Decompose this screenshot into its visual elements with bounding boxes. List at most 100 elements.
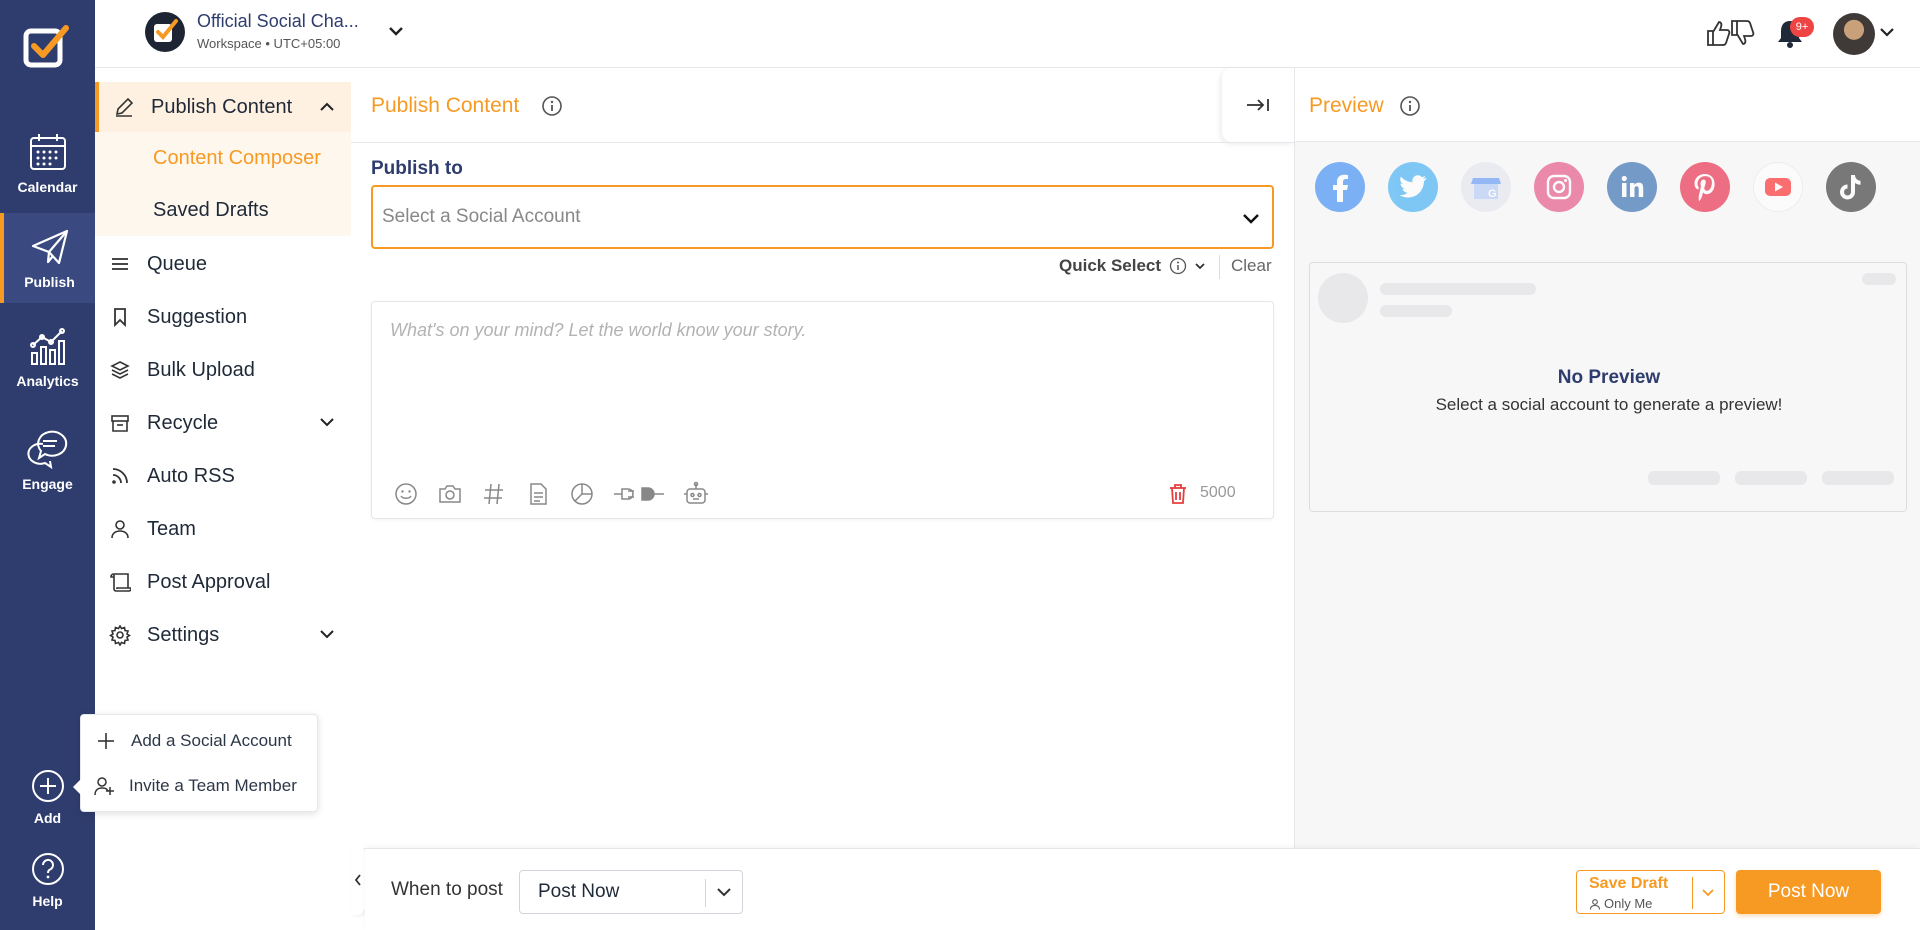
chevron-down-icon[interactable] [385,20,407,42]
google-business-icon[interactable]: G [1461,162,1511,212]
skeleton-line [1648,471,1720,485]
nav-suggestion[interactable]: Suggestion [95,292,351,342]
analytics-icon [29,328,65,365]
nav-recycle[interactable]: Recycle [95,398,351,448]
rail-publish-label: Publish [24,274,75,290]
publish-content-panel: Publish Content Publish to Select a Soci… [351,68,1294,848]
instagram-icon[interactable] [1534,162,1584,212]
chevron-down-icon [717,888,731,897]
archive-icon [111,415,129,432]
facebook-icon[interactable] [1315,162,1365,212]
feedback-thumbs-icon[interactable] [1705,18,1755,48]
nav-content-composer[interactable]: Content Composer [95,132,351,184]
collapse-sidebar-tab[interactable] [351,845,365,915]
nav-post-approval-label: Post Approval [147,570,271,593]
invite-team-member-item[interactable]: Invite a Team Member [93,770,303,802]
post-text-input[interactable] [390,320,1250,440]
twitter-icon[interactable] [1388,162,1438,212]
user-plus-icon [94,777,114,796]
list-icon [112,258,128,270]
nav-post-approval[interactable]: Post Approval [95,557,351,607]
save-draft-visibility-label: Only Me [1604,896,1653,911]
info-icon[interactable] [1399,95,1421,117]
rail-calendar-label: Calendar [17,179,78,195]
camera-icon[interactable] [436,480,464,508]
user-avatar[interactable] [1833,13,1875,55]
workspace-name[interactable]: Official Social Cha... [197,11,359,32]
emoji-icon[interactable] [392,480,420,508]
nav-saved-drafts[interactable]: Saved Drafts [95,184,351,236]
clear-button[interactable]: Clear [1231,256,1272,276]
social-account-select[interactable]: Select a Social Account [371,185,1274,249]
rail-analytics[interactable]: Analytics [0,312,95,402]
when-to-post-value: Post Now [538,881,620,902]
pinterest-icon[interactable] [1680,162,1730,212]
youtube-icon[interactable] [1753,162,1803,212]
nav-suggestion-label: Suggestion [147,305,248,328]
chevron-down-icon [1195,263,1205,270]
publish-to-label: Publish to [371,158,463,179]
info-icon [1169,257,1187,275]
quick-select-button[interactable]: Quick Select [1059,256,1207,276]
workspace-timezone: Workspace • UTC+05:00 [197,36,341,51]
document-icon[interactable] [524,480,552,508]
robot-icon[interactable] [682,480,710,508]
plus-icon [98,733,114,749]
rail-engage[interactable]: Engage [0,415,95,505]
chevron-down-icon [320,418,334,427]
pie-chart-icon[interactable] [568,480,596,508]
skeleton-line [1822,471,1894,485]
divider [705,879,706,907]
skeleton-avatar [1318,273,1368,323]
post-composer: 5000 [371,301,1274,519]
chat-bubbles-icon [26,430,67,470]
nav-queue[interactable]: Queue [95,239,351,289]
linkedin-icon[interactable] [1607,162,1657,212]
chevron-down-icon[interactable] [1699,884,1717,902]
notification-badge: 9+ [1790,17,1814,37]
rail-calendar[interactable]: Calendar [0,118,95,208]
plug-connect-icon[interactable] [612,480,666,508]
nav-bulk-upload[interactable]: Bulk Upload [95,345,351,395]
save-draft-button[interactable]: Save Draft Only Me [1576,870,1725,914]
rss-icon [112,468,128,484]
nav-settings[interactable]: Settings [95,610,351,660]
quick-select-label: Quick Select [1059,256,1162,275]
nav-team-label: Team [147,517,196,540]
skeleton-line [1380,283,1536,295]
character-count: 5000 [1200,484,1236,501]
hashtag-icon[interactable] [480,480,508,508]
workspace-logo[interactable] [145,12,185,52]
nav-publish-content-label: Publish Content [151,95,293,118]
svg-text:G: G [1488,188,1497,200]
nav-auto-rss-label: Auto RSS [147,464,235,487]
skeleton-line [1380,305,1452,317]
rail-publish[interactable]: Publish [0,213,95,303]
info-icon[interactable] [541,95,563,117]
trash-icon[interactable] [1167,482,1189,506]
nav-team[interactable]: Team [95,504,351,554]
scroll-icon [110,573,131,592]
nav-bulk-upload-label: Bulk Upload [147,358,255,381]
calendar-icon [29,134,66,170]
post-now-button[interactable]: Post Now [1736,870,1881,914]
nav-auto-rss[interactable]: Auto RSS [95,451,351,501]
nav-settings-label: Settings [147,623,220,646]
skeleton-line [1735,471,1807,485]
when-to-post-select[interactable]: Post Now [519,870,743,914]
invite-team-member-label: Invite a Team Member [129,776,297,795]
gear-icon [109,624,131,646]
add-social-account-item[interactable]: Add a Social Account [95,725,305,757]
app-logo[interactable] [22,22,72,72]
tiktok-icon[interactable] [1826,162,1876,212]
nav-recycle-label: Recycle [147,411,219,434]
collapse-preview-button[interactable] [1222,68,1294,142]
publish-footer: When to post Post Now Save Draft Only Me… [365,848,1920,930]
chevron-up-icon [320,102,334,111]
nav-publish-content[interactable]: Publish Content [95,82,351,132]
add-social-account-label: Add a Social Account [131,731,292,750]
page-title: Publish Content [371,94,520,117]
rail-help[interactable]: Help [0,840,95,920]
chevron-down-icon[interactable] [1877,22,1897,42]
rail-help-label: Help [32,893,63,909]
